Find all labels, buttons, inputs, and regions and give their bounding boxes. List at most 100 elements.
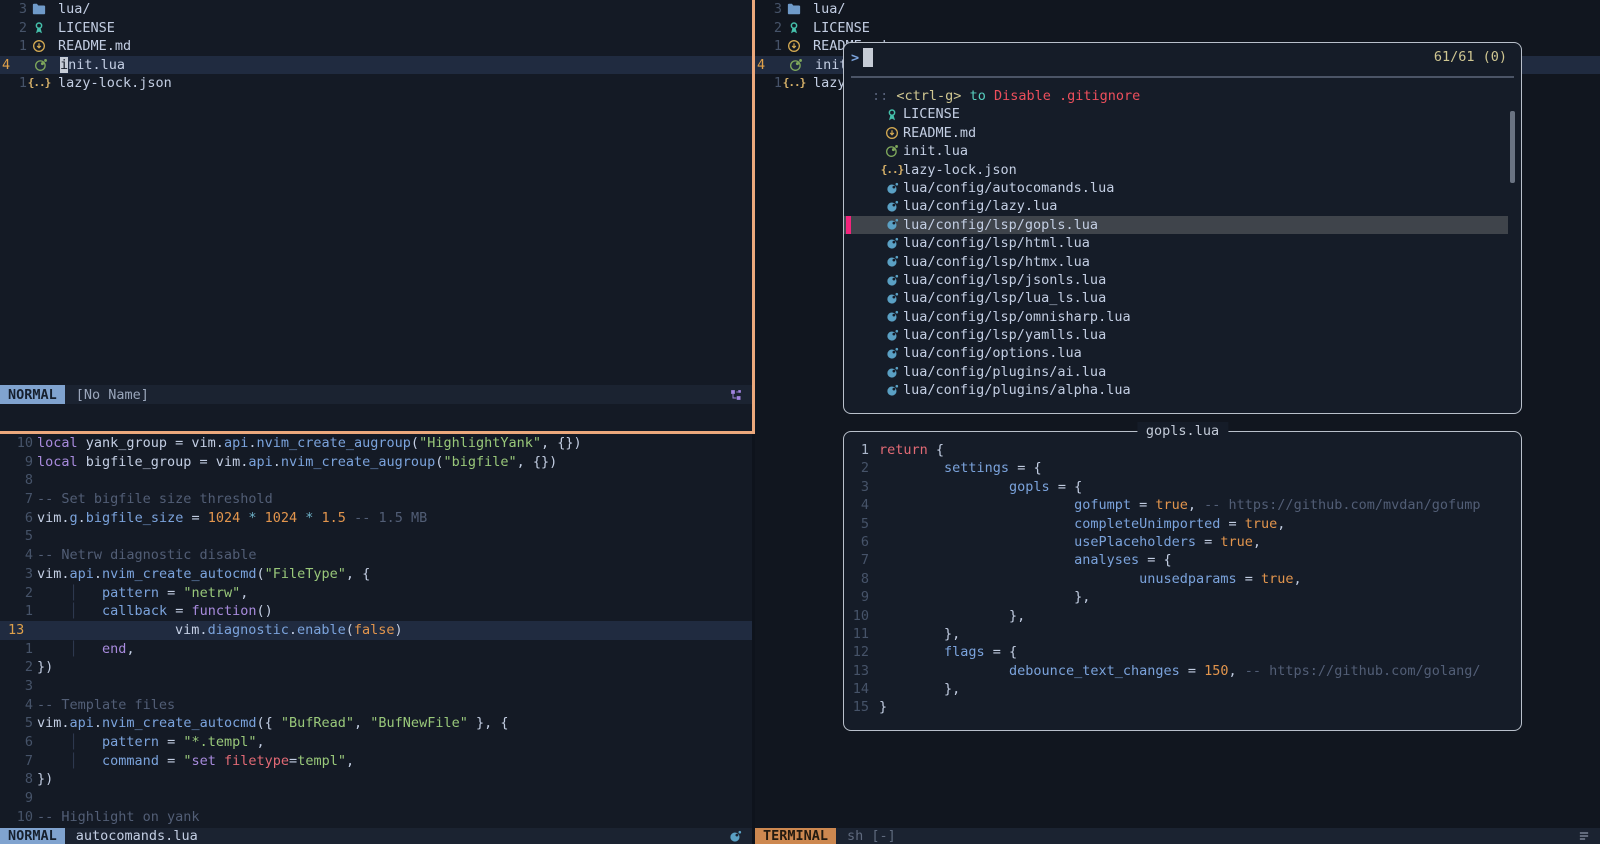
code-line[interactable]: 8 [0, 471, 752, 490]
lua-blue-icon [884, 366, 900, 379]
code-line[interactable]: 13 debounce_text_changes = 150, -- https… [844, 662, 1521, 680]
picker-results: :: <ctrl-g> to Disable .gitignore LICENS… [844, 87, 1508, 400]
code-text: -- Netrw diagnostic disable [37, 546, 256, 565]
code-line[interactable]: 8 }) [0, 770, 752, 789]
file-path: lua/config/lsp/gopls.lua [903, 216, 1098, 234]
code-line[interactable]: 6 │ pattern = "*.templ", [0, 733, 752, 752]
code-text: -- Template files [37, 696, 175, 715]
file-row[interactable]: 3 lua/ [0, 0, 752, 19]
code-line[interactable]: 9 [0, 789, 752, 808]
file-path: lua/config/lsp/jsonls.lua [903, 271, 1106, 289]
picker-item[interactable]: lua/config/lsp/omnisharp.lua [844, 308, 1508, 326]
picker-item[interactable]: lua/config/lsp/jsonls.lua [844, 271, 1508, 289]
code-line[interactable]: 6 vim.g.bigfile_size = 1024 * 1024 * 1.5… [0, 509, 752, 528]
file-name: README.md [51, 37, 131, 56]
line-number: 4 [755, 56, 784, 75]
code-line[interactable]: 13 vim.diagnostic.enable(false) [0, 621, 752, 640]
picker-item[interactable]: lua/config/options.lua [844, 344, 1508, 362]
lua-blue-icon [884, 310, 900, 323]
line-number: 3 [0, 0, 27, 19]
code-line[interactable]: 2 settings = { [844, 459, 1521, 477]
picker-scrollbar[interactable] [1510, 111, 1515, 183]
code-line[interactable]: 10 -- Highlight on yank [0, 808, 752, 827]
readme-icon [782, 39, 806, 53]
file-row[interactable]: 1 README.md [0, 37, 752, 56]
fzf-picker: > 61/61 (0) :: <ctrl-g> to Disable .giti… [843, 42, 1522, 414]
code-text: -- Highlight on yank [37, 808, 200, 827]
code-line[interactable]: 4 gofumpt = true, -- https://github.com/… [844, 496, 1521, 514]
code-text: flags = { [879, 643, 1017, 661]
file-path: lua/config/autocomands.lua [903, 179, 1114, 197]
code-line[interactable]: 4 -- Template files [0, 696, 752, 715]
line-number: 5 [0, 714, 33, 733]
window-separator-vertical-active [752, 0, 755, 434]
code-line[interactable]: 9 local bigfile_group = vim.api.nvim_cre… [0, 453, 752, 472]
picker-item[interactable]: lua/config/plugins/alpha.lua [844, 381, 1508, 399]
file-path: lua/config/lsp/omnisharp.lua [903, 308, 1131, 326]
line-number: 1 [755, 74, 782, 93]
picker-item[interactable]: lua/config/plugins/ai.lua [844, 363, 1508, 381]
code-line[interactable]: 6 usePlaceholders = true, [844, 533, 1521, 551]
code-text: │ command = "set filetype=templ", [37, 752, 354, 771]
code-line[interactable]: 1 │ end, [0, 640, 752, 659]
code-line[interactable]: 3 vim.api.nvim_create_autocmd("FileType"… [0, 565, 752, 584]
code-line[interactable]: 3 [0, 677, 752, 696]
code-line[interactable]: 8 unusedparams = true, [844, 570, 1521, 588]
file-name: lazy-lock.json [51, 74, 172, 93]
code-line[interactable]: 5 [0, 527, 752, 546]
code-line[interactable]: 10 local yank_group = vim.api.nvim_creat… [0, 434, 752, 453]
line-number: 7 [0, 490, 33, 509]
line-number: 13 [844, 662, 869, 680]
lua-blue-icon [884, 292, 900, 305]
picker-prompt[interactable]: > 61/61 (0) [844, 43, 1521, 72]
picker-item[interactable]: LICENSE [844, 105, 1508, 123]
code-line[interactable]: 11 }, [844, 625, 1521, 643]
line-number: 6 [0, 733, 33, 752]
code-line[interactable]: 9 }, [844, 588, 1521, 606]
buffer-name: autocomands.lua [76, 828, 198, 844]
code-line[interactable]: 7 │ command = "set filetype=templ", [0, 752, 752, 771]
picker-item[interactable]: lua/config/lsp/gopls.lua [844, 216, 1508, 234]
tree-icon [730, 389, 742, 401]
file-name: lua/ [806, 0, 846, 19]
lua-blue-icon [884, 274, 900, 287]
file-row[interactable]: 2 LICENSE [0, 19, 752, 38]
code-line[interactable]: 7 -- Set bigfile size threshold [0, 490, 752, 509]
picker-item[interactable]: init.lua [844, 142, 1508, 160]
line-number: 2 [0, 584, 33, 603]
code-line[interactable]: 7 analyses = { [844, 551, 1521, 569]
code-text: │ callback = function() [37, 602, 273, 621]
picker-item[interactable]: lua/config/lsp/lua_ls.lua [844, 289, 1508, 307]
code-line[interactable]: 15 } [844, 698, 1521, 716]
line-number: 14 [844, 680, 869, 698]
code-line[interactable]: 12 flags = { [844, 643, 1521, 661]
folder-icon [27, 2, 51, 16]
code-line[interactable]: 10 }, [844, 607, 1521, 625]
picker-item[interactable]: README.md [844, 124, 1508, 142]
picker-item[interactable]: lua/config/lsp/yamlls.lua [844, 326, 1508, 344]
file-row[interactable]: 3 lua/ [755, 0, 1600, 19]
line-number: 1 [0, 37, 27, 56]
code-text: vim.api.nvim_create_autocmd("FileType", … [37, 565, 370, 584]
picker-item[interactable]: lua/config/autocomands.lua [844, 179, 1508, 197]
code-line[interactable]: 5 completeUnimported = true, [844, 515, 1521, 533]
line-number: 4 [0, 696, 33, 715]
file-row[interactable]: 2 LICENSE [755, 19, 1600, 38]
code-line[interactable]: 1 │ callback = function() [0, 602, 752, 621]
code-line[interactable]: 5 vim.api.nvim_create_autocmd({ "BufRead… [0, 714, 752, 733]
code-line[interactable]: 2 │ pattern = "netrw", [0, 584, 752, 603]
code-line[interactable]: 2 }) [0, 658, 752, 677]
code-line[interactable]: 14 }, [844, 680, 1521, 698]
picker-item[interactable]: {..} lazy-lock.json [844, 161, 1508, 179]
code-text: completeUnimported = true, [879, 515, 1285, 533]
file-row[interactable]: 4 init.lua [0, 56, 752, 75]
file-row[interactable]: 1 {..} lazy-lock.json [0, 74, 752, 93]
file-name: LICENSE [51, 19, 115, 38]
picker-item[interactable]: lua/config/lazy.lua [844, 197, 1508, 215]
picker-item[interactable]: lua/config/lsp/htmx.lua [844, 253, 1508, 271]
code-line[interactable]: 1 return { [844, 441, 1521, 459]
line-number: 15 [844, 698, 869, 716]
picker-item[interactable]: lua/config/lsp/html.lua [844, 234, 1508, 252]
code-line[interactable]: 3 gopls = { [844, 478, 1521, 496]
code-line[interactable]: 4 -- Netrw diagnostic disable [0, 546, 752, 565]
